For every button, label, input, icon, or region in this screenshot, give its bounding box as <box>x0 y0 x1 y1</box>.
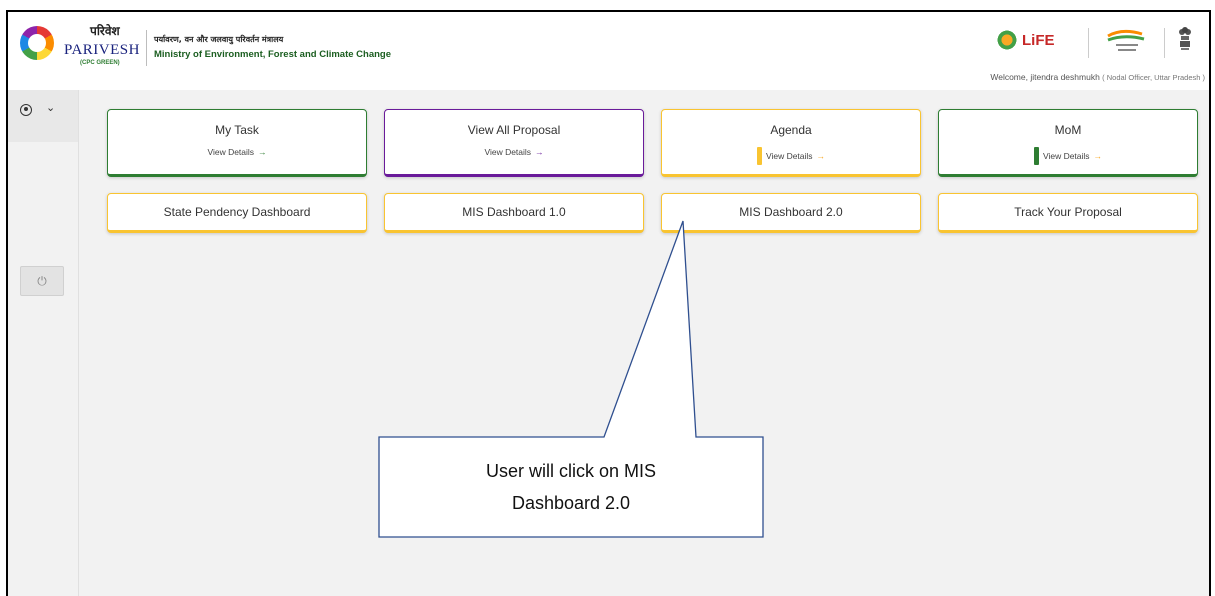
callout-line-1: User will click on MIS <box>485 461 657 481</box>
callout-line-2: Dashboard 2.0 <box>511 493 631 513</box>
callout-annotation: User will click on MIS Dashboard 2.0 <box>379 437 763 537</box>
